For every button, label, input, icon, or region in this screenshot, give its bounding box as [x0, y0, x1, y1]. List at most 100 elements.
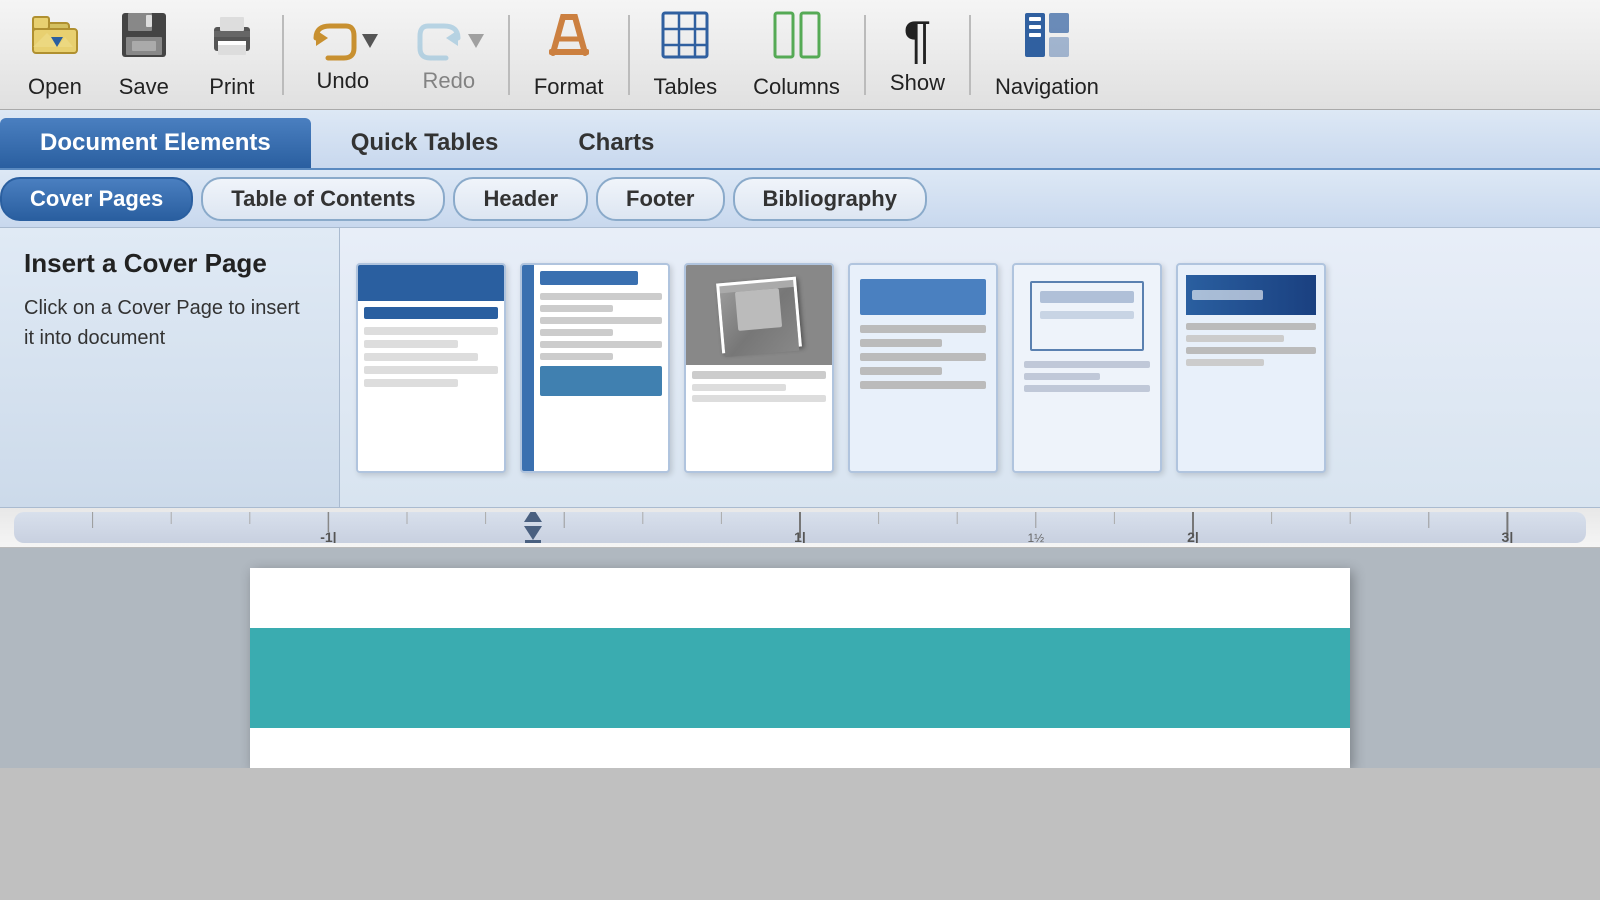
document-area	[0, 548, 1600, 768]
card-3-photo-inner	[716, 276, 802, 353]
document-content-area	[250, 728, 1350, 768]
open-button[interactable]: Open	[10, 1, 100, 108]
card-5-line1	[1024, 361, 1150, 368]
ruler[interactable]: -1| 1| 1½ 2| 3|	[0, 508, 1600, 548]
toolbar: Open Save Print	[0, 0, 1600, 110]
save-button[interactable]: Save	[100, 1, 188, 108]
card-1-line3	[364, 353, 478, 361]
card-6-header	[1186, 275, 1316, 315]
card-5-inner-line	[1040, 311, 1133, 319]
card-2-line1	[540, 293, 662, 300]
divider-4	[864, 15, 866, 95]
undo-button[interactable]: Undo	[290, 8, 396, 102]
card-1-line1	[364, 327, 498, 335]
redo-button[interactable]: Redo	[396, 8, 502, 102]
ruler-ticks-svg: -1| 1| 1½ 2| 3|	[14, 512, 1586, 543]
card-2-footer	[540, 366, 662, 396]
tab-charts[interactable]: Charts	[538, 118, 694, 168]
card-1-line2	[364, 340, 458, 348]
card-4-line4	[860, 367, 942, 375]
save-icon	[118, 9, 170, 70]
show-label: Show	[890, 70, 945, 96]
card-2-line2	[540, 305, 613, 312]
card-4-line1	[860, 325, 986, 333]
template-card-2[interactable]	[520, 263, 670, 473]
card-4-blue-box	[860, 279, 986, 315]
card-4-line2	[860, 339, 942, 347]
svg-text:3|: 3|	[1502, 529, 1514, 543]
template-card-4[interactable]	[848, 263, 998, 473]
ribbon-tabs: Document Elements Quick Tables Charts	[0, 110, 1600, 170]
undo-label: Undo	[317, 68, 370, 94]
card-1-line4	[364, 366, 498, 374]
format-button[interactable]: Format	[516, 1, 622, 108]
columns-icon	[771, 9, 823, 70]
open-label: Open	[28, 74, 82, 100]
card-3-line2	[692, 384, 786, 391]
card-2-line6	[540, 353, 613, 360]
card-5-border-box	[1030, 281, 1143, 351]
navigation-icon	[1021, 9, 1073, 70]
template-card-3[interactable]	[684, 263, 834, 473]
template-card-1[interactable]	[356, 263, 506, 473]
tab-document-elements[interactable]: Document Elements	[0, 118, 311, 168]
card-6-line2	[1186, 335, 1284, 342]
card-1-header	[358, 265, 504, 301]
ruler-handle[interactable]	[524, 512, 542, 543]
card-6-line4	[1186, 359, 1264, 366]
print-icon	[206, 9, 258, 70]
card-5-inner-title	[1040, 291, 1133, 303]
show-button[interactable]: ¶ Show	[872, 6, 963, 104]
redo-label: Redo	[423, 68, 476, 94]
left-panel-desc: Click on a Cover Page to insert it into …	[24, 293, 315, 353]
card-6-line1	[1186, 323, 1316, 330]
columns-button[interactable]: Columns	[735, 1, 858, 108]
subtab-bibliography[interactable]: Bibliography	[733, 177, 927, 221]
card-2-line3	[540, 317, 662, 324]
ruler-handle-rect	[525, 540, 541, 543]
subtab-table-of-contents[interactable]: Table of Contents	[201, 177, 445, 221]
undo-icon-row	[308, 16, 378, 68]
svg-text:2|: 2|	[1187, 529, 1199, 543]
print-button[interactable]: Print	[188, 1, 276, 108]
svg-text:1½: 1½	[1027, 531, 1044, 543]
svg-text:-1|: -1|	[320, 529, 336, 543]
save-label: Save	[119, 74, 169, 100]
template-card-5[interactable]	[1012, 263, 1162, 473]
card-1-line5	[364, 379, 458, 387]
card-4-line3	[860, 353, 986, 361]
navigation-button[interactable]: Navigation	[977, 1, 1117, 108]
subtab-footer[interactable]: Footer	[596, 177, 724, 221]
open-icon	[29, 9, 81, 70]
card-2-line5	[540, 341, 662, 348]
divider-5	[969, 15, 971, 95]
left-panel-title: Insert a Cover Page	[24, 248, 315, 279]
content-panel: Insert a Cover Page Click on a Cover Pag…	[0, 228, 1600, 508]
tab-quick-tables[interactable]: Quick Tables	[311, 118, 539, 168]
card-4-line5	[860, 381, 986, 389]
card-1-title-bar	[364, 307, 498, 319]
cards-area	[340, 228, 1600, 507]
left-panel: Insert a Cover Page Click on a Cover Pag…	[0, 228, 340, 507]
document-page	[250, 568, 1350, 768]
tables-button[interactable]: Tables	[636, 1, 736, 108]
format-icon	[543, 9, 595, 70]
card-3-photo	[686, 265, 832, 365]
subtab-header[interactable]: Header	[453, 177, 588, 221]
subtab-cover-pages[interactable]: Cover Pages	[0, 177, 193, 221]
sub-tabs: Cover Pages Table of Contents Header Foo…	[0, 170, 1600, 228]
navigation-label: Navigation	[995, 74, 1099, 100]
card-2-title	[540, 271, 638, 285]
print-label: Print	[209, 74, 254, 100]
tables-label: Tables	[654, 74, 718, 100]
ruler-top-arrow	[524, 512, 542, 522]
card-5-line2	[1024, 373, 1100, 380]
card-2-line4	[540, 329, 613, 336]
ruler-track: -1| 1| 1½ 2| 3|	[14, 512, 1586, 543]
card-6-line3	[1186, 347, 1316, 354]
divider-2	[508, 15, 510, 95]
card-2-sidebar	[522, 265, 534, 471]
ruler-bottom-arrow	[524, 526, 542, 540]
template-card-6[interactable]	[1176, 263, 1326, 473]
columns-label: Columns	[753, 74, 840, 100]
